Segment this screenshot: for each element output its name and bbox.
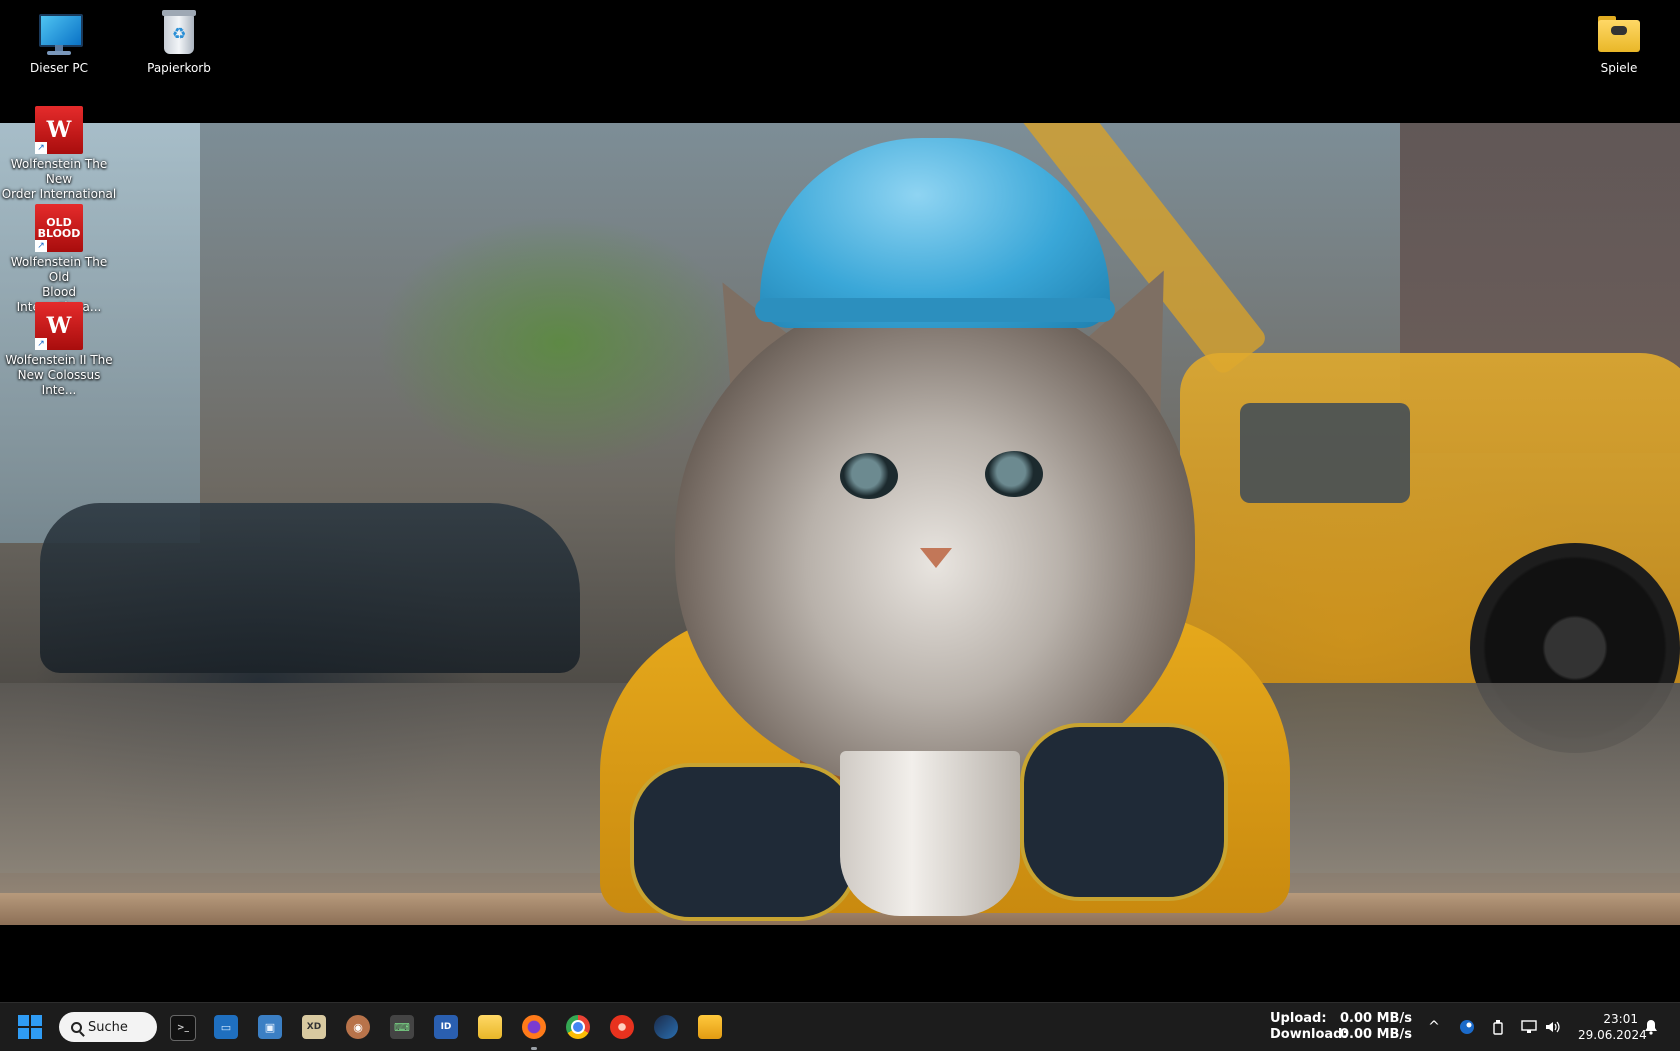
desktop-icon-this-pc[interactable]: Dieser PC (0, 2, 118, 76)
this-pc-icon (35, 10, 83, 58)
taskbar: Suche >_ ▭ ▣ XD ◉ ⌨ ID Upload: 0.00 MB/s … (0, 1002, 1680, 1051)
volume-icon[interactable] (1544, 1018, 1562, 1036)
xd-app-icon[interactable]: XD (302, 1015, 326, 1039)
id-app-icon[interactable]: ID (434, 1015, 458, 1039)
desktop-icon-spiele[interactable]: Spiele (1560, 2, 1678, 76)
wallpaper-car (40, 503, 580, 673)
photo-app-icon[interactable]: ▣ (258, 1015, 282, 1039)
wolfenstein-new-order-icon: W ↗ (35, 106, 83, 154)
steam-icon[interactable] (654, 1015, 678, 1039)
wallpaper-truck-window (1240, 403, 1410, 503)
kitten-left-glove (630, 763, 858, 921)
kitten-hardhat-brim (755, 298, 1115, 322)
notification-bell-icon[interactable] (1642, 1018, 1660, 1036)
keyboard-app-icon[interactable]: ⌨ (390, 1015, 414, 1039)
clock-time: 23:01 (1603, 1012, 1638, 1026)
wolfenstein-new-colossus-icon: W ↗ (35, 302, 83, 350)
coffee-cup (840, 751, 1020, 916)
desktop-icon-label: Papierkorb (147, 61, 211, 75)
kitten-head (675, 288, 1195, 788)
download-speed: 0.00 MB/s (1340, 1027, 1412, 1042)
folder-icon (1595, 10, 1643, 58)
shortcut-arrow-icon: ↗ (35, 142, 47, 154)
kitten-nose (920, 548, 952, 568)
show-hidden-icons-chevron-icon[interactable]: ^ (1425, 1018, 1443, 1036)
kitten-right-glove (1020, 723, 1228, 901)
kitten-right-eye (985, 451, 1043, 497)
wolfenstein-old-blood-icon: OLD BLOOD ↗ (35, 204, 83, 252)
steam-tray-icon[interactable] (1458, 1018, 1476, 1036)
network-speed-widget: Upload: 0.00 MB/s Download: 0.00 MB/s (1270, 1011, 1412, 1042)
clock-date: 29.06.2024 (1578, 1028, 1647, 1042)
blue-app-icon[interactable]: ▭ (214, 1015, 238, 1039)
recycle-bin-icon: ♻ (155, 10, 203, 58)
system-clock[interactable]: 23:01 29.06.2024 (1578, 1011, 1647, 1043)
kitten-left-eye (840, 453, 898, 499)
shortcut-arrow-icon: ↗ (35, 240, 47, 252)
desktop-icon-label: Spiele (1600, 61, 1638, 75)
desktop-icon-recycle-bin[interactable]: ♻ Papierkorb (120, 2, 238, 76)
search-icon (71, 1021, 82, 1033)
chrome-icon[interactable] (566, 1015, 590, 1039)
desktop-icon-label: Dieser PC (30, 61, 88, 75)
search-label: Suche (88, 1019, 128, 1035)
firefox-icon[interactable] (522, 1015, 546, 1039)
folder-app-icon[interactable] (698, 1015, 722, 1039)
shortcut-arrow-icon: ↗ (35, 338, 47, 350)
avatar-app-icon[interactable]: ◉ (346, 1015, 370, 1039)
desktop-icon-wolfenstein-new-colossus[interactable]: W ↗ Wolfenstein II The New Colossus Inte… (0, 294, 118, 398)
red-circle-app-icon[interactable] (610, 1015, 634, 1039)
usb-drive-icon[interactable] (1489, 1018, 1507, 1036)
taskbar-search-box[interactable]: Suche (59, 1012, 157, 1042)
terminal-icon[interactable]: >_ (170, 1015, 196, 1041)
network-icon[interactable] (1520, 1018, 1538, 1036)
desktop-icon-label: Wolfenstein II The New Colossus Inte... (5, 353, 113, 397)
file-explorer-icon[interactable] (478, 1015, 502, 1039)
desktop-wallpaper (0, 123, 1680, 925)
windows-start-icon[interactable] (18, 1015, 42, 1039)
upload-speed: 0.00 MB/s (1340, 1011, 1412, 1026)
